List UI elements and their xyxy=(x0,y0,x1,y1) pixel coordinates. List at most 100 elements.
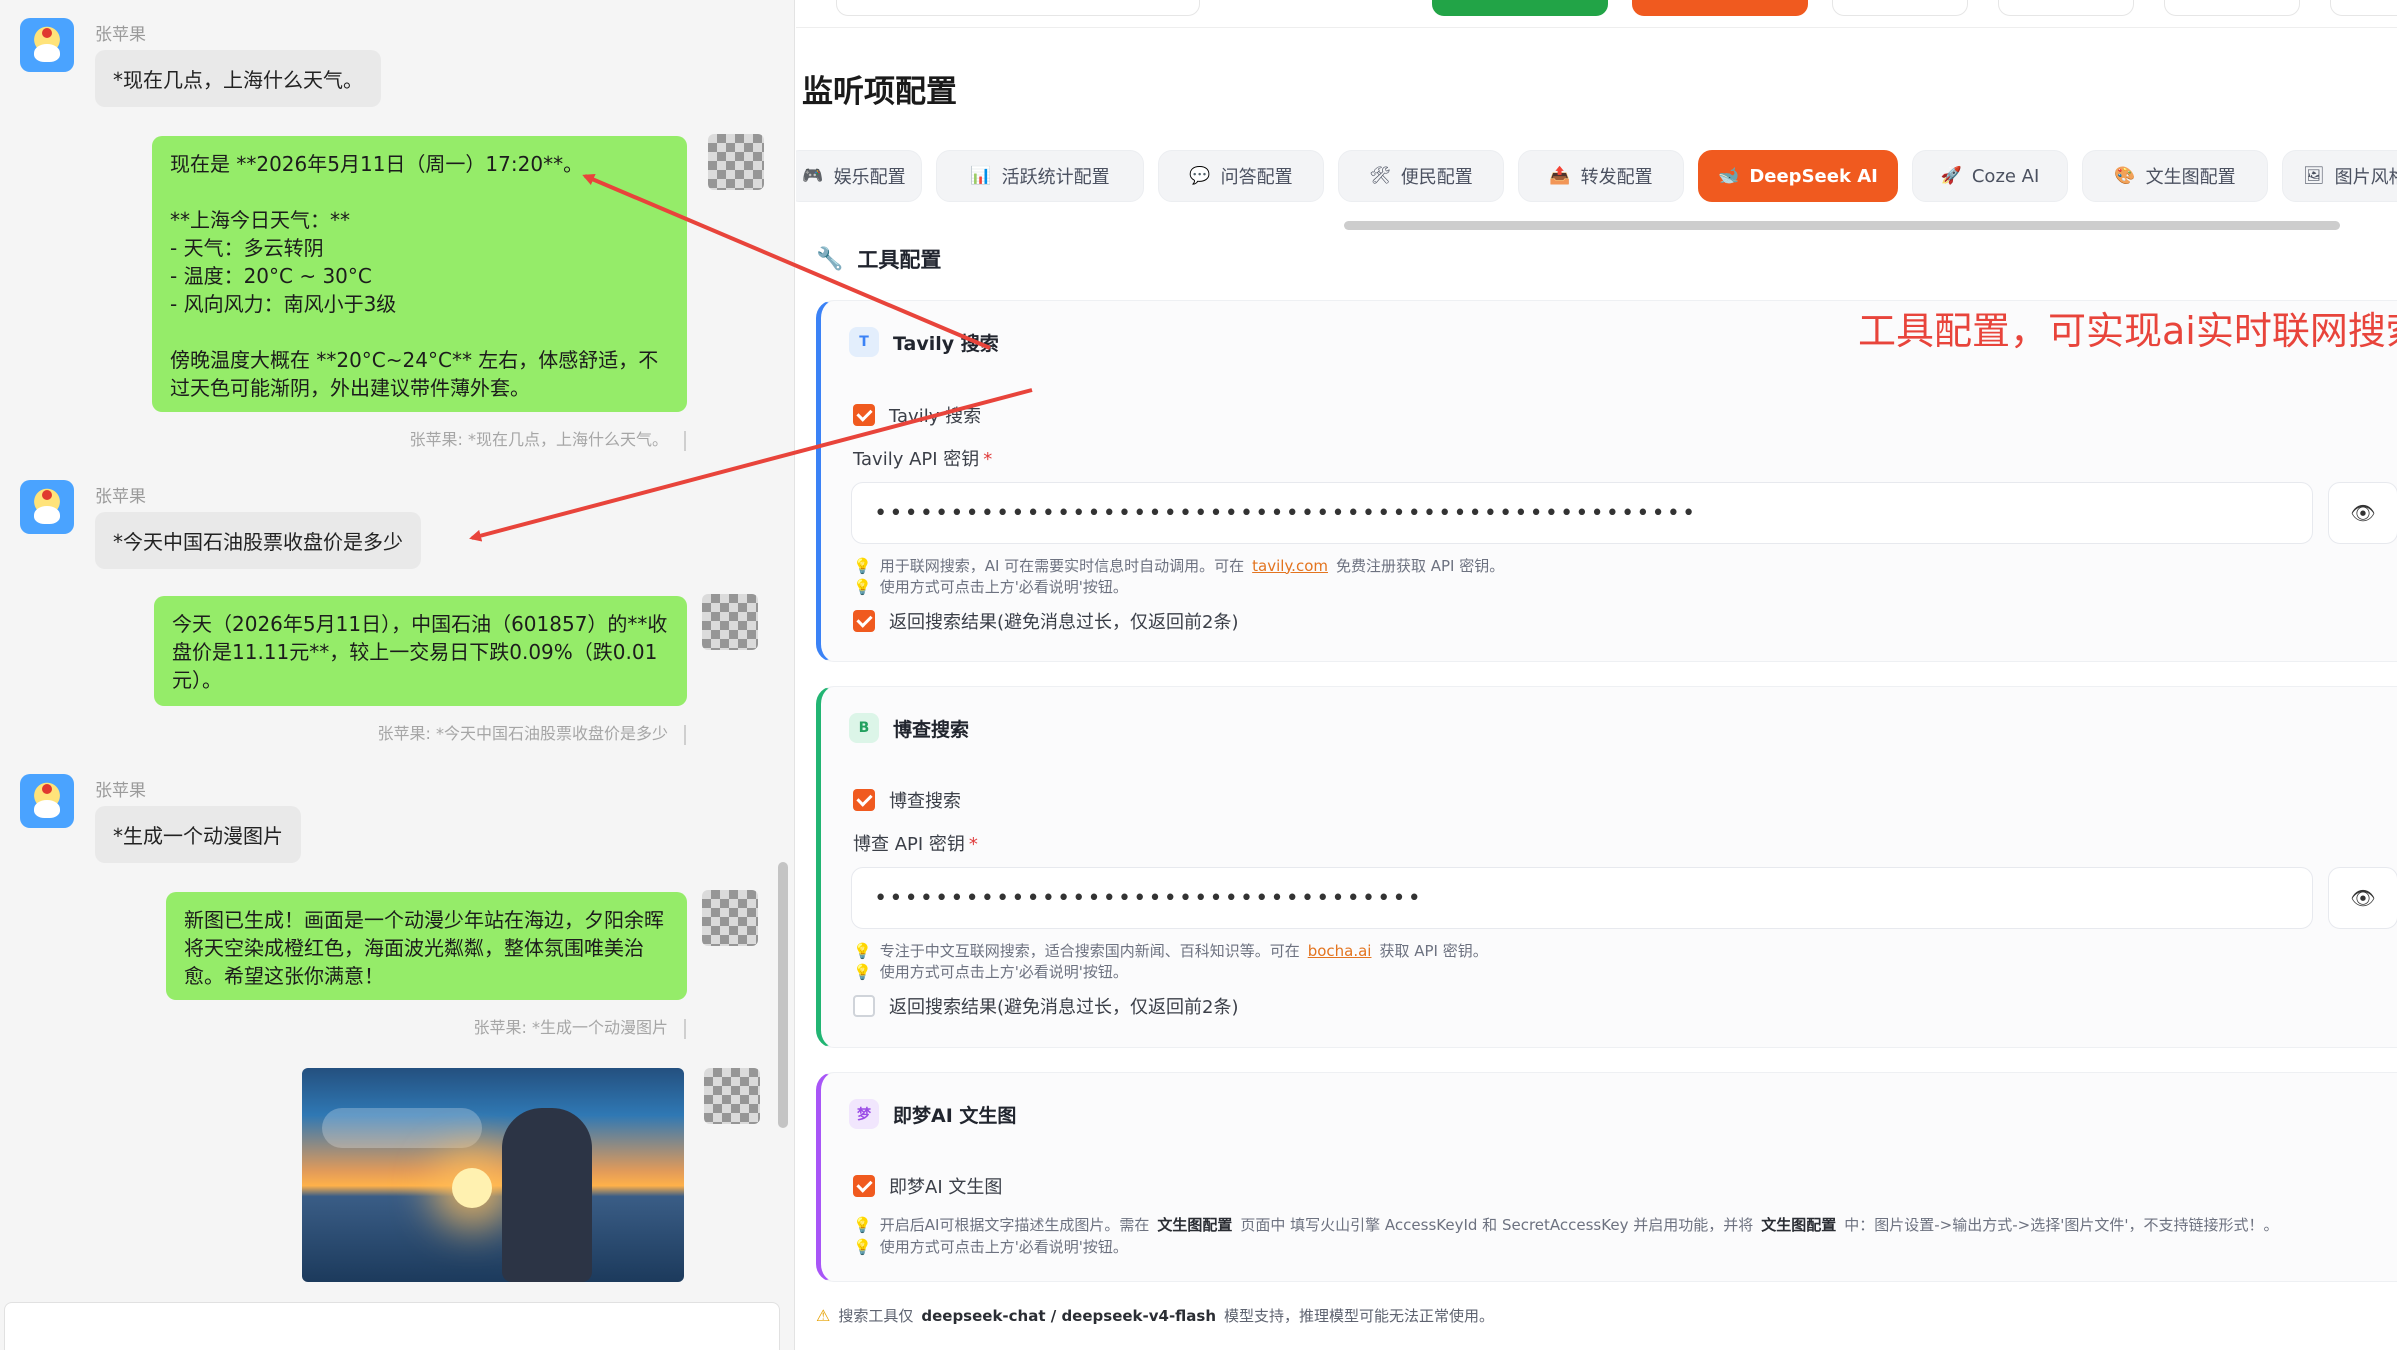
tools-icon: 🛠 xyxy=(1369,166,1391,186)
annotation-text: 工具配置，可实现ai实时联网搜索，获取最新资讯信息。 xyxy=(1858,309,2397,353)
tab-qa[interactable]: 💬 问答配置 xyxy=(1158,150,1324,202)
checkbox-label: 返回搜索结果(避免消息过长，仅返回前2条) xyxy=(889,612,1239,633)
top-button[interactable] xyxy=(2330,0,2397,16)
tab-activity-stats[interactable]: 📊 活跃统计配置 xyxy=(936,150,1144,202)
tab-label: 娱乐配置 xyxy=(833,167,906,188)
hint-text: 获取 API 密钥。 xyxy=(1379,942,1488,960)
tavily-api-key-input[interactable]: ••••••••••••••••••••••••••••••••••••••••… xyxy=(851,482,2313,544)
show-password-button[interactable]: 👁 xyxy=(2328,867,2397,929)
hint-line: 💡 用于联网搜索，AI 可在需要实时信息时自动调用。可在 tavily.com 免费注… xyxy=(853,555,1504,576)
section-title: 工具配置 xyxy=(857,248,942,272)
whale-icon: 🐋 xyxy=(1718,166,1740,186)
note-text: 搜索工具仅 xyxy=(838,1307,914,1325)
user-avatar[interactable] xyxy=(702,594,758,650)
tavily-return-results-checkbox[interactable] xyxy=(853,610,875,632)
sender-name: 张苹果 xyxy=(95,25,146,45)
hint-line: 💡 开启后AI可根据文字描述生成图片。需在 文生图配置 页面中 填写火山引擎 Acce… xyxy=(853,1214,2278,1235)
tab-image-style[interactable]: 🖼 图片风格 xyxy=(2282,150,2397,202)
config-panel: 监听项配置 🎮 娱乐配置 📊 活跃统计配置 💬 问答配置 🛠 便民配置 📤 转发配置 🐋 D… xyxy=(796,0,2397,1350)
hint-bold: 文生图配置 xyxy=(1761,1216,1837,1234)
tools-heading: 🔧 工具配置 xyxy=(816,244,941,274)
user-avatar[interactable] xyxy=(702,890,758,946)
lightbulb-icon: 💡 xyxy=(853,941,872,960)
top-button[interactable] xyxy=(1832,0,1968,16)
checkbox-label: Tavily 搜索 xyxy=(889,406,982,427)
required-mark: * xyxy=(968,834,978,855)
tavily-enable-checkbox[interactable] xyxy=(853,404,875,426)
bocha-link[interactable]: bocha.ai xyxy=(1308,942,1372,960)
jimeng-enable-checkbox[interactable] xyxy=(853,1175,875,1197)
outgoing-message[interactable]: 新图已生成！画面是一个动漫少年站在海边，夕阳余晖将天空染成橙红色，海面波光粼粼，… xyxy=(166,892,687,1000)
card-title: 博查搜索 xyxy=(893,718,970,741)
incoming-message[interactable]: *生成一个动漫图片 xyxy=(95,806,301,863)
label-text: 博查 API 密钥 xyxy=(853,834,965,855)
note-bold: deepseek-chat / deepseek-v4-flash xyxy=(921,1306,1217,1325)
chat-scrollbar[interactable] xyxy=(778,862,788,1128)
generated-anime-image[interactable] xyxy=(302,1068,684,1282)
tab-label: 转发配置 xyxy=(1580,167,1653,188)
lightbulb-icon: 💡 xyxy=(853,577,872,596)
tab-text-to-image[interactable]: 🎨 文生图配置 xyxy=(2082,150,2268,202)
palette-icon: 🎨 xyxy=(2114,166,2136,186)
card-title: 即梦AI 文生图 xyxy=(893,1104,1017,1127)
model-support-note: ⚠ 搜索工具仅 deepseek-chat / deepseek-v4-flash 模… xyxy=(816,1305,1494,1326)
tab-convenience[interactable]: 🛠 便民配置 xyxy=(1338,150,1504,202)
hint-text: 免费注册获取 API 密钥。 xyxy=(1335,557,1505,575)
bot-avatar[interactable] xyxy=(20,18,74,72)
sender-name: 张苹果 xyxy=(95,487,146,507)
orange-action-button[interactable] xyxy=(1632,0,1808,16)
bocha-enable-checkbox[interactable] xyxy=(853,789,875,811)
tab-coze-ai[interactable]: 🚀 Coze AI xyxy=(1912,150,2068,202)
checkbox-label: 即梦AI 文生图 xyxy=(889,1177,1003,1198)
outgoing-message[interactable]: 现在是 **2026年5月11日（周一）17:20**。 **上海今日天气：**… xyxy=(152,136,687,412)
card-header: 梦即梦AI 文生图 xyxy=(849,1099,1016,1129)
checkbox-label: 博查搜索 xyxy=(889,791,961,812)
lightbulb-icon: 💡 xyxy=(853,1237,872,1256)
rocket-icon: 🚀 xyxy=(1940,166,1962,186)
sender-name: 张苹果 xyxy=(95,781,146,801)
quote-bar xyxy=(684,430,686,451)
jimeng-text-to-image-card: 梦即梦AI 文生图 即梦AI 文生图 💡 开启后AI可根据文字描述生成图片。需在文… xyxy=(816,1072,2397,1282)
tab-label: DeepSeek AI xyxy=(1749,165,1878,187)
lightbulb-icon: 💡 xyxy=(853,556,872,575)
user-avatar[interactable] xyxy=(704,1068,760,1124)
user-avatar[interactable] xyxy=(708,134,764,190)
top-button[interactable] xyxy=(2164,0,2300,16)
warning-icon: ⚠ xyxy=(816,1306,831,1325)
chat-input-box[interactable] xyxy=(4,1302,780,1350)
bot-avatar[interactable] xyxy=(20,480,74,534)
lightbulb-icon: 💡 xyxy=(853,962,872,981)
tab-entertainment[interactable]: 🎮 娱乐配置 xyxy=(796,150,922,202)
quoted-message: 张苹果: *现在几点，上海什么天气。 xyxy=(410,426,686,451)
note-text: 模型支持，推理模型可能无法正常使用。 xyxy=(1224,1307,1495,1325)
top-button[interactable] xyxy=(1998,0,2134,16)
bocha-api-key-input[interactable]: •••••••••••••••••••••••••••••••••••• xyxy=(851,867,2313,929)
hint-line: 💡 使用方式可点击上方'必看说明'按钮。 xyxy=(853,576,1128,597)
hint-text: 用于联网搜索，AI 可在需要实时信息时自动调用。可在 xyxy=(879,557,1245,575)
tabs-scrollbar[interactable] xyxy=(1344,221,2340,230)
outgoing-message[interactable]: 今天（2026年5月11日），中国石油（601857）的**收盘价是11.11元… xyxy=(154,596,687,706)
incoming-message[interactable]: *今天中国石油股票收盘价是多少 xyxy=(95,512,421,569)
tavily-link[interactable]: tavily.com xyxy=(1252,557,1328,575)
quoted-message: 张苹果: *生成一个动漫图片 xyxy=(474,1014,686,1039)
tab-deepseek-ai[interactable]: 🐋 DeepSeek AI xyxy=(1698,150,1898,202)
tab-label: Coze AI xyxy=(1971,165,2040,187)
hint-line: 💡 使用方式可点击上方'必看说明'按钮。 xyxy=(853,1236,1128,1257)
incoming-message[interactable]: *现在几点，上海什么天气。 xyxy=(95,50,381,107)
show-password-button[interactable]: 👁 xyxy=(2328,482,2397,544)
lightbulb-icon: 💡 xyxy=(853,1215,872,1234)
wrench-icon: 🔧 xyxy=(816,246,844,272)
bocha-badge-icon: B xyxy=(849,713,879,743)
bot-avatar[interactable] xyxy=(20,774,74,828)
green-action-button[interactable] xyxy=(1432,0,1608,16)
quoted-message: 张苹果: *今天中国石油股票收盘价是多少 xyxy=(378,720,686,745)
hint-text: 使用方式可点击上方'必看说明'按钮。 xyxy=(879,578,1128,596)
tab-label: 图片风格 xyxy=(2334,167,2397,188)
checkbox-label: 返回搜索结果(避免消息过长，仅返回前2条) xyxy=(889,997,1239,1018)
tab-label: 文生图配置 xyxy=(2145,167,2236,188)
top-toolbar xyxy=(796,0,2397,28)
hint-text: 使用方式可点击上方'必看说明'按钮。 xyxy=(879,963,1128,981)
bocha-return-results-checkbox[interactable] xyxy=(853,995,875,1017)
top-field[interactable] xyxy=(836,0,1200,16)
tab-forward[interactable]: 📤 转发配置 xyxy=(1518,150,1684,202)
